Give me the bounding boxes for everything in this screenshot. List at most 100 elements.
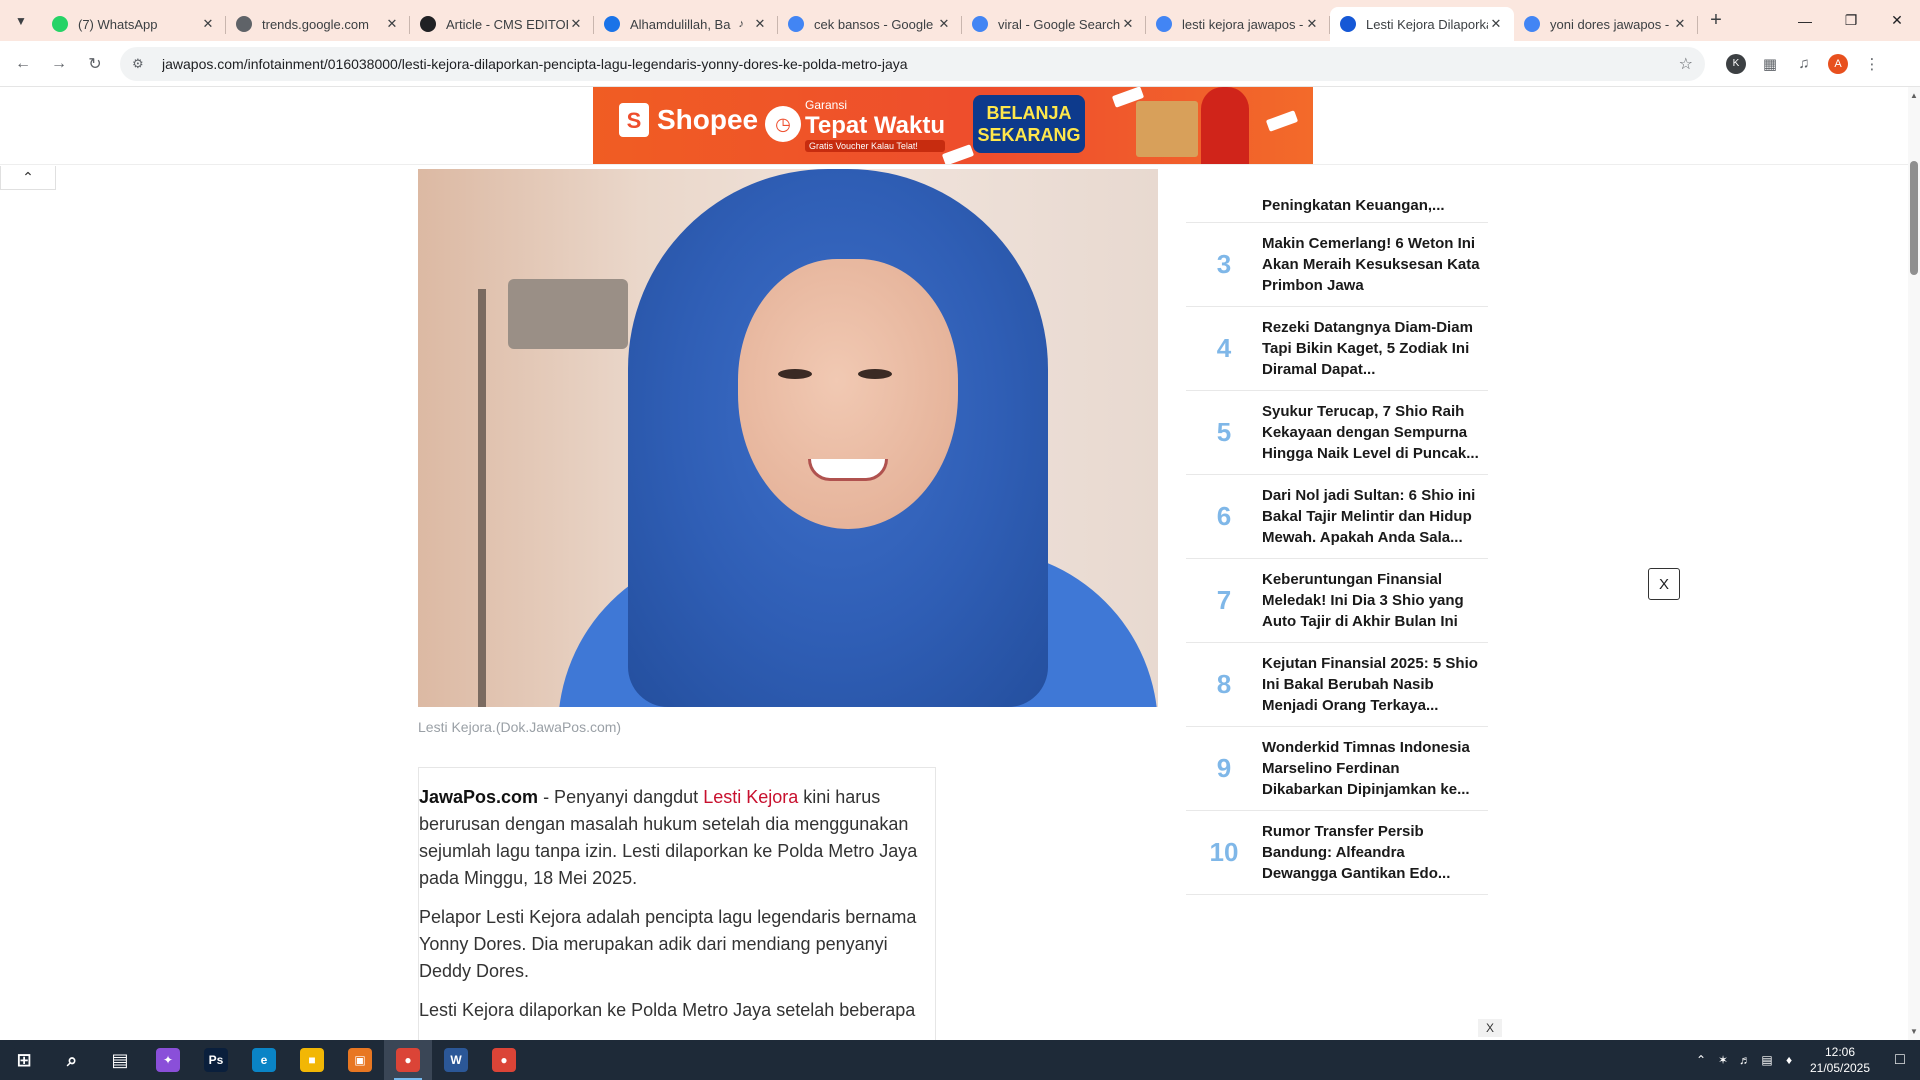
light-stand — [478, 289, 486, 707]
close-bottom-ad-button[interactable]: X — [1478, 1019, 1502, 1037]
close-tab-icon[interactable]: ✕ — [1120, 16, 1136, 32]
chrome-icon: ● — [396, 1048, 420, 1072]
trending-item[interactable]: 10 Rumor Transfer Persib Bandung: Alfeand… — [1186, 811, 1488, 895]
trending-item[interactable]: Peningkatan Keuangan,... — [1186, 169, 1488, 223]
tab-2[interactable]: Article - CMS EDITOR ✕ — [410, 7, 594, 41]
taskbar-task-view-button[interactable]: ▤ — [96, 1040, 144, 1080]
tab-8[interactable]: yoni dores jawapos - ✕ — [1514, 7, 1698, 41]
trending-item[interactable]: 9 Wonderkid Timnas Indonesia Marselino Fe… — [1186, 727, 1488, 811]
notification-icon[interactable]: □ — [1880, 1051, 1920, 1069]
taskbar-clock[interactable]: 12:06 21/05/2025 — [1800, 1044, 1880, 1076]
close-tab-icon[interactable]: ✕ — [1672, 16, 1688, 32]
photo-caption: Lesti Kejora.(Dok.JawaPos.com) — [418, 719, 622, 735]
system-tray: ⌃ ✶ ♬ ▤ ♦ 12:06 21/05/2025 □ — [1690, 1040, 1920, 1080]
trending-title[interactable]: Makin Cemerlang! 6 Weton Ini Akan Meraih… — [1262, 233, 1480, 296]
audio-playing-icon[interactable]: ♪ — [739, 18, 745, 30]
restore-button[interactable]: ❐ — [1828, 0, 1874, 41]
trending-title[interactable]: Dari Nol jadi Sultan: 6 Shio ini Bakal T… — [1262, 485, 1480, 548]
tab-title: Lesti Kejora Dilaporka — [1366, 16, 1488, 32]
trending-item[interactable]: 4 Rezeki Datangnya Diam-Diam Tapi Bikin K… — [1186, 307, 1488, 391]
collapse-ad-button[interactable]: ⌃ — [0, 166, 56, 190]
close-tab-icon[interactable]: ✕ — [568, 16, 584, 32]
minimize-button[interactable]: — — [1782, 0, 1828, 41]
taskbar-photoshop-button[interactable]: Ps — [192, 1040, 240, 1080]
trending-title[interactable]: Keberuntungan Finansial Meledak! Ini Dia… — [1262, 569, 1480, 632]
close-tab-icon[interactable]: ✕ — [936, 16, 952, 32]
tab-1[interactable]: trends.google.com ✕ — [226, 7, 410, 41]
close-tab-icon[interactable]: ✕ — [384, 16, 400, 32]
reload-button[interactable]: ↻ — [78, 47, 112, 81]
close-window-button[interactable]: ✕ — [1874, 0, 1920, 41]
trending-title[interactable]: Rezeki Datangnya Diam-Diam Tapi Bikin Ka… — [1262, 317, 1480, 380]
tab-search-button[interactable]: ▼ — [8, 8, 34, 34]
extension-k-icon[interactable]: K — [1726, 53, 1746, 74]
network-icon[interactable]: ▤ — [1756, 1053, 1778, 1067]
taskbar-file-explorer-button[interactable]: ■ — [288, 1040, 336, 1080]
taskbar-search-button[interactable]: ⌕ — [48, 1040, 96, 1080]
tab-0[interactable]: (7) WhatsApp ✕ — [42, 7, 226, 41]
trending-title[interactable]: Wonderkid Timnas Indonesia Marselino Fer… — [1262, 737, 1480, 800]
new-tab-button[interactable]: + — [1702, 7, 1730, 35]
tab-6[interactable]: lesti kejora jawapos - ✕ — [1146, 7, 1330, 41]
close-ad-button[interactable]: X — [1648, 568, 1680, 600]
volume-icon[interactable]: ♬ — [1734, 1053, 1756, 1067]
bookmark-star-icon[interactable]: ☆ — [1679, 54, 1693, 74]
media-control-icon[interactable]: ♫ — [1787, 47, 1821, 81]
trending-title[interactable]: Rumor Transfer Persib Bandung: Alfeandra… — [1262, 821, 1480, 884]
tab-3[interactable]: Alhamdulillah, Ba ♪ ✕ — [594, 7, 778, 41]
toolbar-actions: K ▦ ♫ A ⋮ — [1719, 47, 1889, 81]
url-text[interactable]: jawapos.com/infotainment/016038000/lesti… — [162, 56, 1679, 72]
trending-item[interactable]: 7 Keberuntungan Finansial Meledak! Ini Di… — [1186, 559, 1488, 643]
lesti-kejora-link[interactable]: Lesti Kejora — [703, 787, 798, 807]
ad-cta-button[interactable]: BELANJA SEKARANG — [973, 95, 1085, 153]
trending-title[interactable]: Peningkatan Keuangan,... — [1262, 195, 1480, 216]
taskbar-copilot-button[interactable]: ✦ — [144, 1040, 192, 1080]
close-tab-icon[interactable]: ✕ — [1304, 16, 1320, 32]
profile-avatar[interactable]: A — [1828, 53, 1848, 74]
forward-button[interactable]: → — [42, 47, 76, 81]
shopee-logo: S Shopee — [619, 103, 758, 137]
scroll-thumb[interactable] — [1910, 161, 1918, 275]
tab-7[interactable]: Lesti Kejora Dilaporka ✕ — [1330, 7, 1514, 41]
taskbar-chrome-button[interactable]: ● — [384, 1040, 432, 1080]
page-scrollbar[interactable]: ▲ ▼ — [1908, 87, 1920, 1040]
security-icon[interactable]: ♦ — [1778, 1053, 1800, 1067]
taskbar-app-button[interactable]: ▣ — [336, 1040, 384, 1080]
close-tab-icon[interactable]: ✕ — [752, 16, 768, 32]
trending-number: 9 — [1216, 753, 1232, 783]
taskbar-edge-button[interactable]: e — [240, 1040, 288, 1080]
scroll-up-icon[interactable]: ▲ — [1910, 91, 1918, 100]
close-tab-icon[interactable]: ✕ — [200, 16, 216, 32]
tray-chevron-icon[interactable]: ⌃ — [1690, 1053, 1712, 1067]
address-bar[interactable]: ⚙ jawapos.com/infotainment/016038000/les… — [120, 46, 1705, 81]
trending-list: 3 Makin Cemerlang! 6 Weton Ini Akan Merai… — [1186, 223, 1488, 895]
trending-item[interactable]: 5 Syukur Terucap, 7 Shio Raih Kekayaan de… — [1186, 391, 1488, 475]
tab-title: yoni dores jawapos - — [1550, 16, 1670, 32]
bluetooth-icon[interactable]: ✶ — [1712, 1053, 1734, 1067]
taskbar-start-button[interactable]: ⊞ — [0, 1040, 48, 1080]
app-icon: ▣ — [348, 1048, 372, 1072]
taskbar-chrome-button[interactable]: ● — [480, 1040, 528, 1080]
back-button[interactable]: ← — [6, 47, 40, 81]
extensions-icon[interactable]: ▦ — [1753, 47, 1787, 81]
windows-taskbar: ⊞ ⌕ ▤ ✦ Ps e ■ ▣ ● W ● ⌃ ✶ ♬ ▤ ♦ 12:06 21/05/2025 □ — [0, 1040, 1920, 1080]
trending-item[interactable]: 8 Kejutan Finansial 2025: 5 Shio Ini Baka… — [1186, 643, 1488, 727]
site-info-icon[interactable]: ⚙ — [132, 56, 154, 72]
whatsapp-icon — [52, 16, 68, 32]
ad-bar: S Shopee ◷ Garansi Tepat Waktu Gratis Vou… — [0, 87, 1908, 165]
scroll-down-icon[interactable]: ▼ — [1910, 1027, 1918, 1036]
shopee-banner-ad[interactable]: S Shopee ◷ Garansi Tepat Waktu Gratis Vou… — [593, 87, 1313, 164]
photo-eye — [858, 369, 892, 379]
trending-item[interactable]: 3 Makin Cemerlang! 6 Weton Ini Akan Merai… — [1186, 223, 1488, 307]
close-tab-icon[interactable]: ✕ — [1488, 16, 1504, 32]
trending-item[interactable]: 6 Dari Nol jadi Sultan: 6 Shio ini Bakal … — [1186, 475, 1488, 559]
menu-icon[interactable]: ⋮ — [1855, 47, 1889, 81]
paragraph-3: Lesti Kejora dilaporkan ke Polda Metro J… — [419, 1000, 916, 1020]
trending-number: 5 — [1216, 417, 1232, 447]
trending-title[interactable]: Kejutan Finansial 2025: 5 Shio Ini Bakal… — [1262, 653, 1480, 716]
tab-4[interactable]: cek bansos - Google ✕ — [778, 7, 962, 41]
trending-title[interactable]: Syukur Terucap, 7 Shio Raih Kekayaan den… — [1262, 401, 1480, 464]
ad-garansi: ◷ Garansi Tepat Waktu Gratis Voucher Kal… — [765, 98, 946, 152]
tab-5[interactable]: viral - Google Search ✕ — [962, 7, 1146, 41]
taskbar-word-button[interactable]: W — [432, 1040, 480, 1080]
